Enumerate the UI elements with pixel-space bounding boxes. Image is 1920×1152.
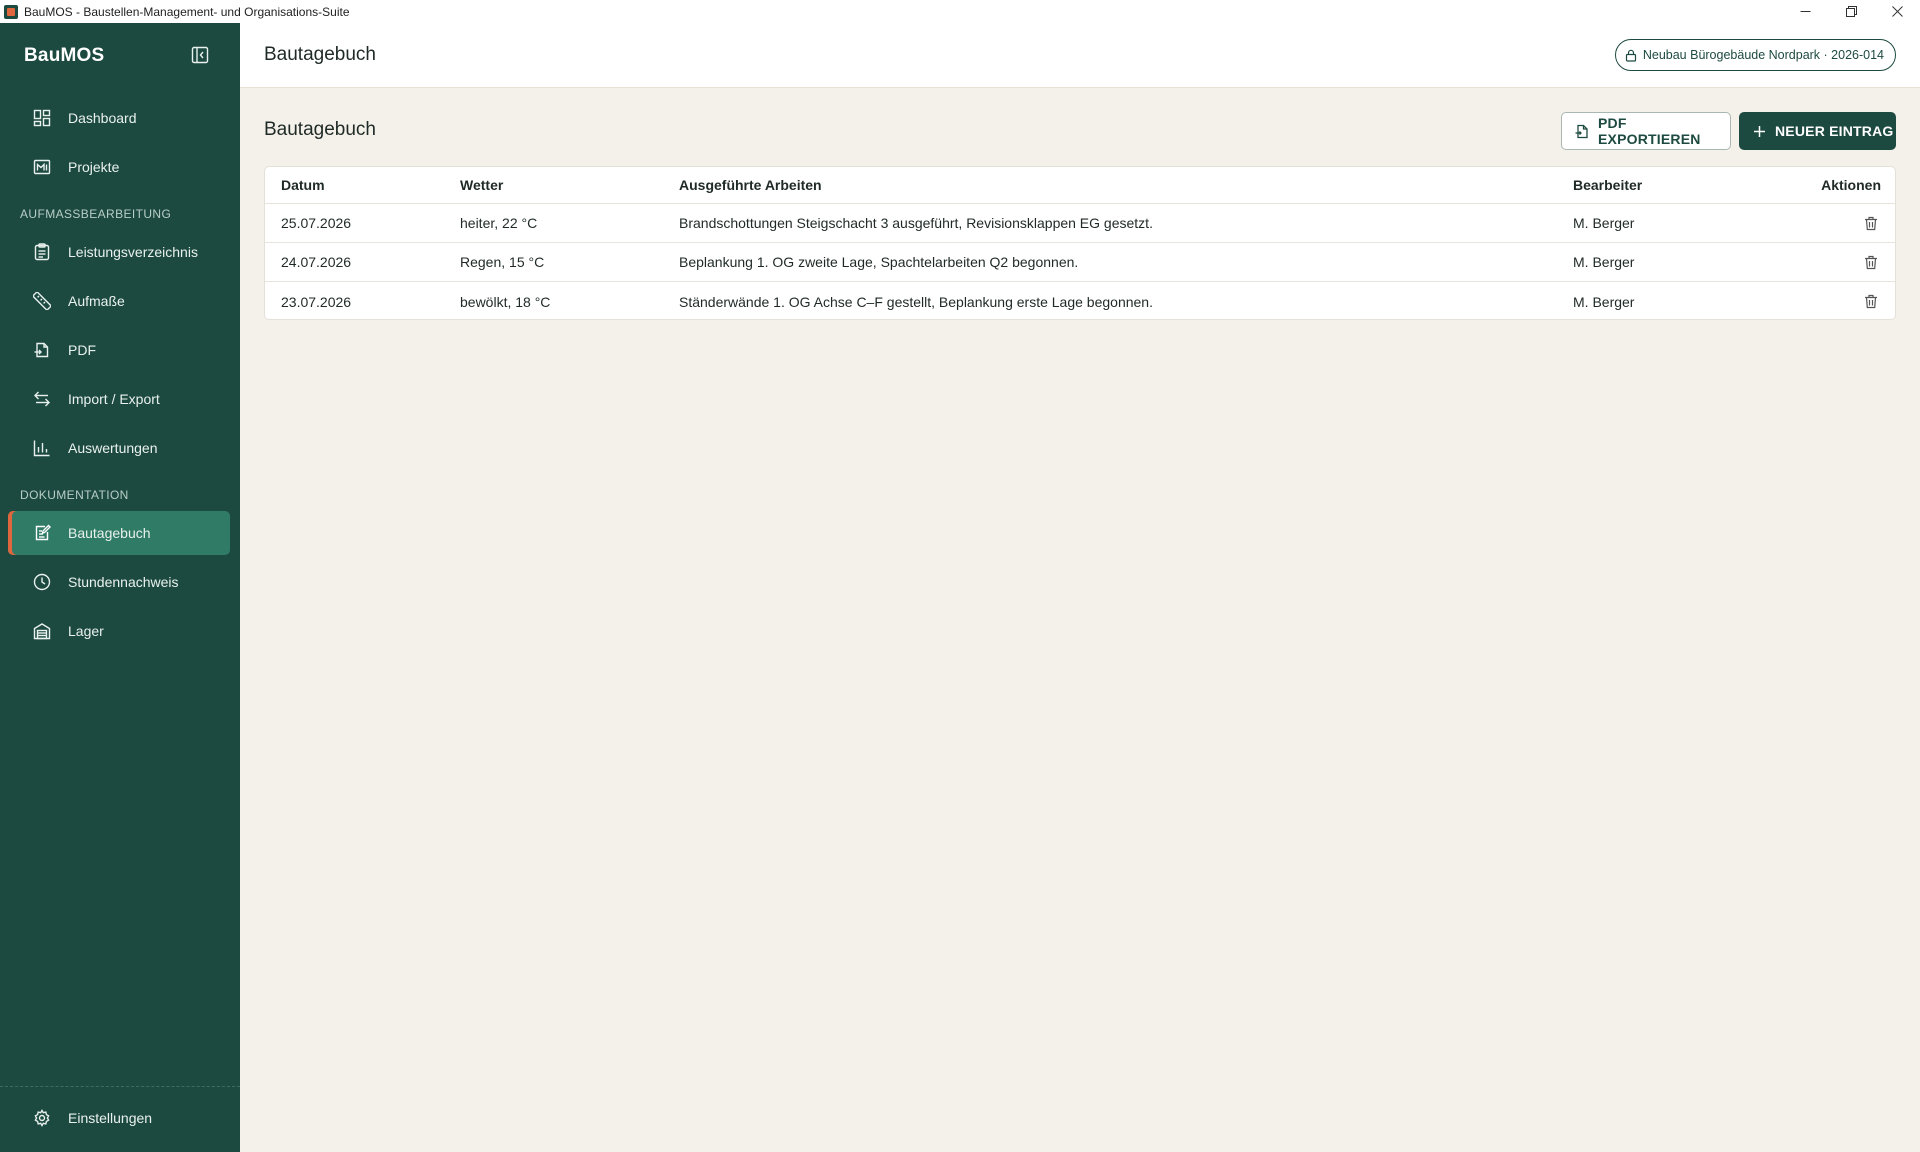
sidebar-item-pdf[interactable]: PDF bbox=[8, 328, 230, 372]
pdf-file-icon bbox=[32, 340, 52, 360]
window-titlebar: BauMOS - Baustellen-Management- und Orga… bbox=[0, 0, 1920, 23]
sidebar-item-label: Bautagebuch bbox=[68, 525, 151, 541]
page-header: Bautagebuch Neubau Bürogebäude Nordpark … bbox=[240, 23, 1920, 88]
cell-weather: heiter, 22 °C bbox=[460, 215, 538, 231]
sidebar-item-label: PDF bbox=[68, 342, 96, 358]
trash-icon[interactable] bbox=[1861, 213, 1881, 233]
cell-weather: Regen, 15 °C bbox=[460, 254, 545, 270]
section-title: Bautagebuch bbox=[264, 119, 376, 140]
pdf-export-button[interactable]: PDF EXPORTIEREN bbox=[1561, 112, 1731, 150]
sidebar-item-projekte[interactable]: Projekte bbox=[8, 145, 230, 189]
column-header-bearbeiter[interactable]: Bearbeiter bbox=[1573, 167, 1642, 203]
row-actions bbox=[1861, 282, 1881, 319]
cell-date: 25.07.2026 bbox=[281, 215, 352, 231]
gear-icon bbox=[32, 1108, 52, 1128]
sidebar-item-stundennachweis[interactable]: Stundennachweis bbox=[8, 560, 230, 604]
sidebar-item-auswertungen[interactable]: Auswertungen bbox=[8, 426, 230, 470]
section-label-dokumentation: DOKUMENTATION bbox=[20, 488, 129, 502]
sidebar-item-label: Projekte bbox=[68, 159, 120, 175]
bar-chart-icon bbox=[32, 438, 52, 458]
page-title: Bautagebuch bbox=[264, 44, 376, 65]
sidebar-item-lager[interactable]: Lager bbox=[8, 609, 230, 653]
new-entry-button[interactable]: NEUER EINTRAG bbox=[1739, 112, 1896, 150]
project-selector-chip[interactable]: Neubau Bürogebäude Nordpark · 2026-014 bbox=[1614, 39, 1896, 71]
column-header-wetter[interactable]: Wetter bbox=[460, 167, 503, 203]
collapse-sidebar-icon[interactable] bbox=[190, 45, 210, 65]
trash-icon[interactable] bbox=[1861, 292, 1881, 312]
cell-work: Beplankung 1. OG zweite Lage, Spachtelar… bbox=[679, 254, 1079, 270]
cell-work: Brandschottungen Steigschacht 3 ausgefüh… bbox=[679, 215, 1153, 231]
column-header-aktionen: Aktionen bbox=[1821, 177, 1881, 193]
sidebar-item-aufmasse[interactable]: Aufmaße bbox=[8, 279, 230, 323]
warehouse-icon bbox=[32, 621, 52, 641]
pdf-export-label: PDF EXPORTIEREN bbox=[1598, 115, 1701, 147]
diary-icon bbox=[32, 523, 52, 543]
sidebar: BauMOS Dashboard Projekte AUFMASSBEARBEI… bbox=[0, 23, 240, 1152]
close-icon[interactable] bbox=[1874, 0, 1920, 23]
sidebar-item-label: Aufmaße bbox=[68, 293, 125, 309]
section-label-aufmass: AUFMASSBEARBEITUNG bbox=[20, 207, 172, 221]
sidebar-divider bbox=[0, 1086, 240, 1087]
table-header-row: Datum Wetter Ausgeführte Arbeiten Bearbe… bbox=[265, 167, 1895, 204]
cell-weather: bewölkt, 18 °C bbox=[460, 293, 551, 310]
sidebar-item-dashboard[interactable]: Dashboard bbox=[8, 96, 230, 140]
sidebar-item-label: Dashboard bbox=[68, 110, 137, 126]
main-content: Bautagebuch PDF EXPORTIEREN NEUER EINTRA… bbox=[240, 88, 1920, 1152]
clock-icon bbox=[32, 572, 52, 592]
project-chip-label: Neubau Bürogebäude Nordpark · 2026-014 bbox=[1642, 48, 1884, 62]
cell-work: Ständerwände 1. OG Achse C–F gestellt, B… bbox=[679, 293, 1153, 310]
table-row[interactable]: 23.07.2026 bewölkt, 18 °C Ständerwände 1… bbox=[265, 282, 1895, 319]
restore-icon[interactable] bbox=[1828, 0, 1874, 23]
table-row[interactable]: 24.07.2026 Regen, 15 °C Beplankung 1. OG… bbox=[265, 243, 1895, 282]
table-row[interactable]: 25.07.2026 heiter, 22 °C Brandschottunge… bbox=[265, 204, 1895, 243]
import-export-icon bbox=[32, 389, 52, 409]
plus-icon bbox=[1753, 125, 1766, 138]
ruler-icon bbox=[32, 291, 52, 311]
cell-date: 23.07.2026 bbox=[281, 293, 352, 310]
column-header-arbeiten[interactable]: Ausgeführte Arbeiten bbox=[679, 167, 822, 203]
cell-editor: M. Berger bbox=[1573, 254, 1635, 270]
sidebar-item-label: Import / Export bbox=[68, 391, 160, 407]
new-entry-label: NEUER EINTRAG bbox=[1775, 123, 1894, 139]
clipboard-icon bbox=[32, 242, 52, 262]
cell-editor: M. Berger bbox=[1573, 293, 1635, 310]
window-title: BauMOS - Baustellen-Management- und Orga… bbox=[24, 4, 350, 19]
sidebar-item-bautagebuch[interactable]: Bautagebuch bbox=[8, 511, 230, 555]
sidebar-item-einstellungen[interactable]: Einstellungen bbox=[8, 1096, 230, 1140]
diary-table: Datum Wetter Ausgeführte Arbeiten Bearbe… bbox=[264, 166, 1896, 320]
sidebar-item-leistungsverzeichnis[interactable]: Leistungsverzeichnis bbox=[8, 230, 230, 274]
file-export-icon bbox=[1575, 124, 1589, 139]
window-controls bbox=[1782, 0, 1920, 23]
trash-icon[interactable] bbox=[1861, 252, 1881, 272]
sidebar-item-label: Lager bbox=[68, 623, 104, 639]
sidebar-item-label: Auswertungen bbox=[68, 440, 158, 456]
row-actions bbox=[1861, 243, 1881, 281]
brand-logo: BauMOS bbox=[24, 45, 105, 66]
column-header-datum[interactable]: Datum bbox=[281, 167, 325, 203]
sidebar-item-import-export[interactable]: Import / Export bbox=[8, 377, 230, 421]
sidebar-item-label: Einstellungen bbox=[68, 1110, 153, 1126]
dashboard-icon bbox=[32, 108, 52, 128]
cell-date: 24.07.2026 bbox=[281, 254, 352, 270]
projects-icon bbox=[32, 157, 52, 177]
app-icon bbox=[4, 4, 18, 19]
lock-icon bbox=[1625, 49, 1637, 62]
sidebar-item-label: Leistungsverzeichnis bbox=[68, 244, 198, 260]
cell-editor: M. Berger bbox=[1573, 215, 1635, 231]
row-actions bbox=[1861, 204, 1881, 242]
minimize-icon[interactable] bbox=[1782, 0, 1828, 23]
sidebar-item-label: Stundennachweis bbox=[68, 574, 179, 590]
